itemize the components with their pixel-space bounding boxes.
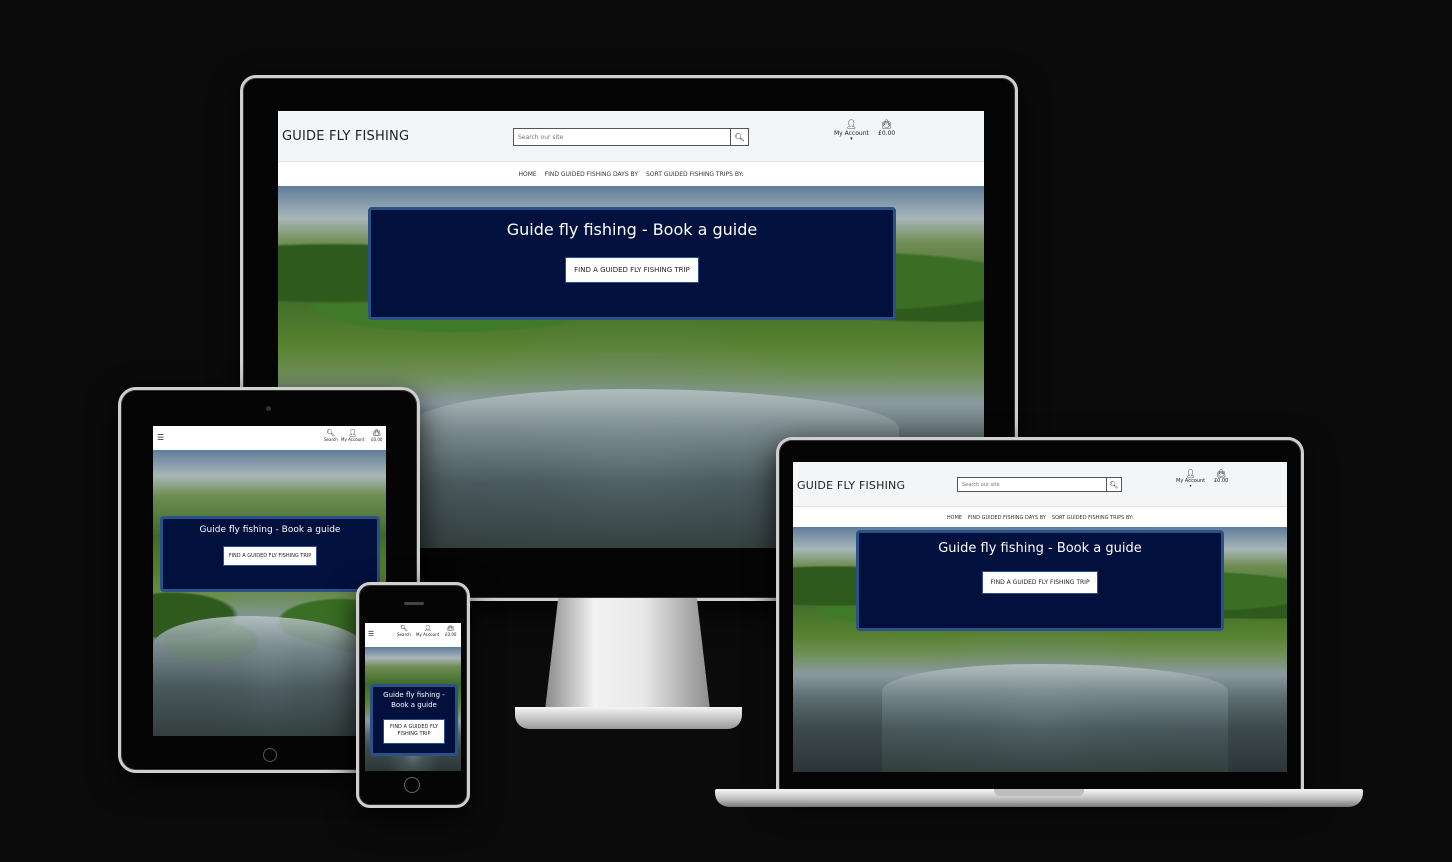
hero-title: Guide fly fishing - Book a guide [373, 691, 455, 711]
hero-cta-line1: FIND A GUIDED FLY [389, 723, 439, 730]
tablet-header: ☰ 🔍︎ Search 👤︎ My Account 👜︎ £0.00 [153, 426, 386, 450]
hero-banner: Guide fly fishing - Book a guide FIND A … [370, 684, 458, 756]
main-nav: HOME FIND GUIDED FISHING DAYS BY SORT GU… [793, 506, 1287, 528]
search-toggle[interactable]: 🔍︎ Search [397, 625, 411, 637]
phone-device: ☰ 🔍︎ Search 👤︎ My Account 👜︎ £0.00 Guide… [356, 582, 470, 808]
search-label: Search [324, 436, 338, 442]
phone-header: ☰ 🔍︎ Search 👤︎ My Account 👜︎ £0.00 [365, 623, 461, 647]
hero-banner: Guide fly fishing - Book a guide FIND A … [160, 516, 380, 592]
site-logo[interactable]: GUIDE FLY FISHING [282, 129, 409, 144]
chevron-down-icon: ▾ [1189, 483, 1192, 489]
cart-total: £0.00 [371, 436, 383, 442]
hero-background-image [153, 450, 386, 736]
search-input[interactable] [514, 129, 730, 145]
phone-home-button[interactable] [404, 777, 420, 793]
hero-title: Guide fly fishing - Book a guide [938, 541, 1142, 556]
account-label: My Account [341, 436, 365, 442]
search-toggle[interactable]: 🔍︎ Search [324, 429, 338, 442]
phone-screen: ☰ 🔍︎ Search 👤︎ My Account 👜︎ £0.00 Guide… [365, 623, 461, 771]
hero-cta-button[interactable]: FIND A GUIDED FLY FISHING TRIP [222, 546, 318, 566]
search-bar: 🔍︎ [513, 128, 749, 146]
search-icon: 🔍︎ [734, 132, 745, 142]
chevron-down-icon: ▾ [850, 136, 853, 143]
search-label: Search [397, 631, 411, 637]
search-bar: 🔍︎ [957, 477, 1122, 492]
search-button[interactable]: 🔍︎ [730, 129, 748, 145]
hamburger-menu-icon[interactable]: ☰ [157, 433, 164, 443]
search-button[interactable]: 🔍︎ [1106, 478, 1121, 491]
hamburger-menu-icon[interactable]: ☰ [368, 630, 374, 639]
hero-banner: Guide fly fishing - Book a guide FIND A … [368, 207, 896, 320]
hero-title: Guide fly fishing - Book a guide [506, 220, 758, 239]
nav-find-guided-days[interactable]: FIND GUIDED FISHING DAYS BY [545, 171, 638, 178]
search-input[interactable] [958, 478, 1106, 491]
hero-cta-button[interactable]: FIND A GUIDED FLY FISHING TRIP [565, 257, 699, 283]
cart-total: £0.00 [1214, 477, 1229, 484]
nav-sort-trips[interactable]: SORT GUIDED FISHING TRIPS BY: [1052, 515, 1133, 521]
hero-banner: Guide fly fishing - Book a guide FIND A … [856, 530, 1224, 631]
account-label: My Account [416, 631, 440, 637]
hero-title-line1: Guide fly fishing - [383, 691, 445, 699]
hero-cta-line2: FISHING TRIP [397, 731, 431, 738]
tablet-camera [266, 406, 271, 411]
site-header: GUIDE FLY FISHING 🔍︎ 👤︎ My Account ▾ 👜︎ … [793, 462, 1287, 506]
nav-find-guided-days[interactable]: FIND GUIDED FISHING DAYS BY [968, 515, 1046, 521]
tablet-screen: ☰ 🔍︎ Search 👤︎ My Account 👜︎ £0.00 Guide… [153, 426, 386, 736]
account-menu[interactable]: 👤︎ My Account ▾ [834, 120, 869, 143]
hero-cta-button[interactable]: FIND A GUIDED FLY FISHING TRIP [982, 571, 1098, 594]
site-header: GUIDE FLY FISHING 🔍︎ 👤︎ My Account ▾ 👜︎ … [278, 111, 984, 161]
laptop-screen: GUIDE FLY FISHING 🔍︎ 👤︎ My Account ▾ 👜︎ … [793, 462, 1287, 772]
monitor-stand [545, 598, 710, 710]
monitor-base [515, 707, 742, 729]
nav-home[interactable]: HOME [947, 515, 962, 521]
search-icon: 🔍︎ [1109, 481, 1119, 489]
phone-speaker [404, 602, 424, 605]
account-menu[interactable]: 👤︎ My Account [416, 625, 440, 637]
cart-link[interactable]: 👜︎ £0.00 [878, 120, 896, 137]
main-nav: HOME FIND GUIDED FISHING DAYS BY SORT GU… [278, 161, 984, 186]
cart-total: £0.00 [445, 631, 457, 637]
account-menu[interactable]: 👤︎ My Account ▾ [1176, 469, 1205, 489]
site-logo[interactable]: GUIDE FLY FISHING [797, 479, 905, 492]
cart-link[interactable]: 👜︎ £0.00 [371, 429, 383, 442]
nav-sort-trips[interactable]: SORT GUIDED FISHING TRIPS BY: [646, 171, 744, 178]
laptop-device: GUIDE FLY FISHING 🔍︎ 👤︎ My Account ▾ 👜︎ … [776, 437, 1304, 792]
hero-cta-button[interactable]: FIND A GUIDED FLY FISHING TRIP [382, 718, 446, 744]
tablet-home-button[interactable] [263, 748, 277, 762]
laptop-notch [994, 789, 1084, 796]
nav-home[interactable]: HOME [518, 171, 536, 178]
cart-total: £0.00 [878, 129, 896, 137]
cart-link[interactable]: 👜︎ £0.00 [1214, 469, 1229, 484]
hero-title-line2: Book a guide [391, 700, 437, 709]
cart-link[interactable]: 👜︎ £0.00 [445, 625, 457, 637]
hero-title: Guide fly fishing - Book a guide [199, 525, 341, 535]
account-menu[interactable]: 👤︎ My Account [341, 429, 365, 442]
